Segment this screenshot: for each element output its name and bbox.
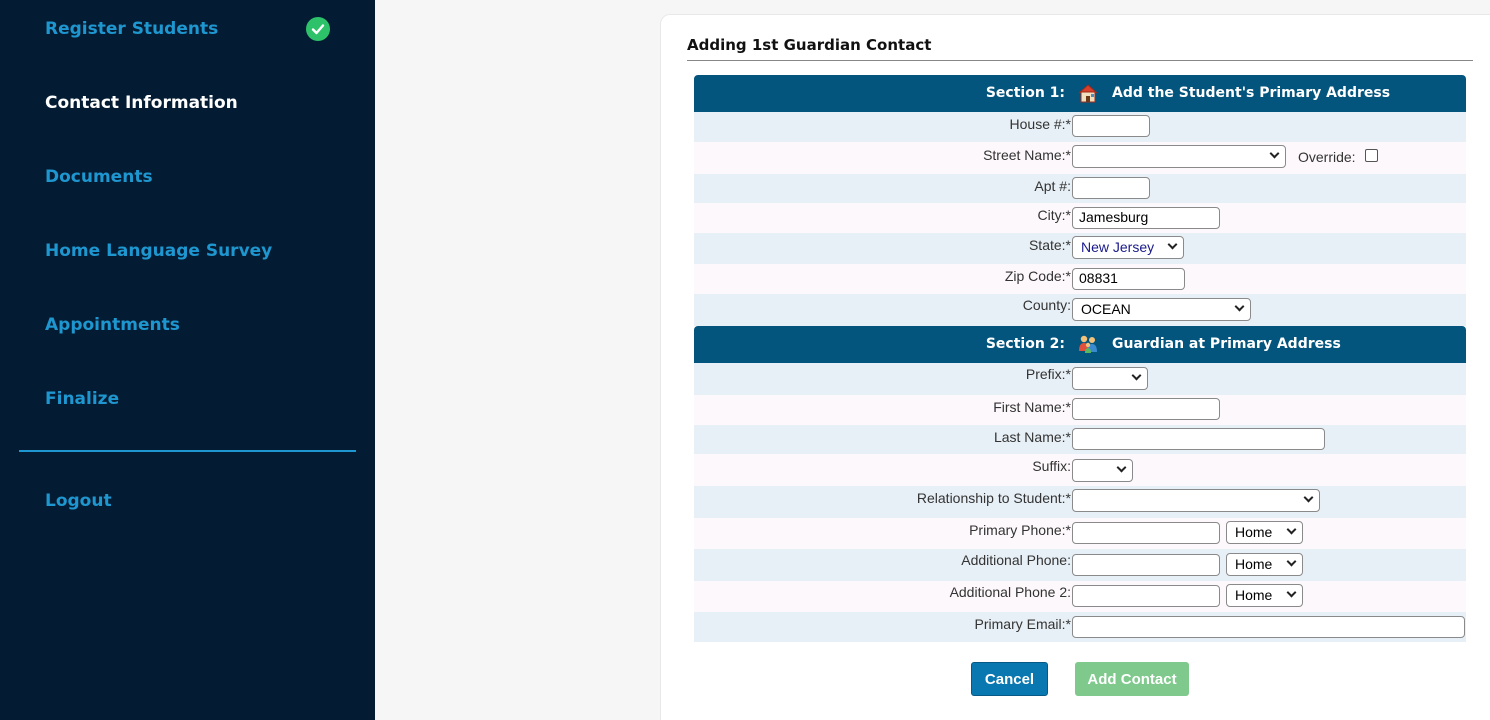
additional-phone-2-input[interactable] [1072,585,1220,607]
additional-phone-label: Additional Phone: [961,552,1071,568]
sidebar-item-documents[interactable]: Documents [45,167,153,187]
state-label: State:* [1028,237,1071,253]
street-label: Street Name:* [983,147,1071,163]
primary-phone-type-value: Home [1235,524,1273,540]
house-label: House #:* [1009,116,1071,132]
section-1-header: Section 1: Add the Student's Primary Add… [694,75,1466,112]
relationship-label: Relationship to Student:* [916,490,1071,506]
county-value: OCEAN [1081,301,1131,317]
title-divider [687,60,1473,61]
suffix-label: Suffix: [1032,458,1071,474]
sidebar-item-home-language-survey[interactable]: Home Language Survey [45,241,272,261]
section-1-title: Add the Student's Primary Address [1112,85,1391,101]
override-label: Override: [1298,149,1356,165]
street-name-select[interactable] [1072,145,1286,168]
state-value: New Jersey [1081,239,1155,255]
checkmark-icon [306,17,330,41]
house-icon [1077,83,1099,103]
chevron-down-icon [1116,462,1127,473]
primary-phone-input[interactable] [1072,522,1220,544]
sidebar-divider [19,450,356,452]
sidebar: Register Students Contact Information Do… [0,0,375,720]
sidebar-item-appointments[interactable]: Appointments [45,315,180,335]
chevron-down-icon [1234,301,1245,312]
chevron-down-icon [1131,370,1142,381]
chevron-down-icon [1286,556,1297,567]
sidebar-item-finalize[interactable]: Finalize [45,389,119,409]
primary-email-input[interactable] [1072,616,1465,638]
family-icon [1077,334,1099,354]
primary-phone-type-select[interactable]: Home [1226,521,1303,544]
prefix-select[interactable] [1072,367,1148,390]
relationship-select[interactable] [1072,489,1320,512]
additional-phone-2-type-select[interactable]: Home [1226,584,1303,607]
logout-link[interactable]: Logout [45,491,112,511]
zip-label: Zip Code:* [1004,268,1071,284]
first-name-input[interactable] [1072,398,1220,420]
chevron-down-icon [1269,148,1280,159]
section-2-title: Guardian at Primary Address [1112,336,1341,352]
additional-phone-2-type-value: Home [1235,587,1273,603]
county-label: County: [1022,297,1071,313]
apt-number-input[interactable] [1072,177,1150,199]
prefix-label: Prefix:* [1025,366,1071,382]
chevron-down-icon [1303,492,1314,503]
additional-phone-type-select[interactable]: Home [1226,553,1303,576]
section-1-number: Section 1: [985,85,1065,101]
state-select[interactable]: New Jersey [1072,236,1184,259]
additional-phone-2-label: Additional Phone 2: [949,584,1071,600]
chevron-down-icon [1286,524,1297,535]
chevron-down-icon [1167,239,1178,250]
apt-label: Apt #: [1034,178,1071,194]
add-contact-button[interactable]: Add Contact [1075,662,1189,696]
additional-phone-input[interactable] [1072,554,1220,576]
county-select[interactable]: OCEAN [1072,298,1251,321]
additional-phone-type-value: Home [1235,556,1273,572]
city-input[interactable]: Jamesburg [1072,207,1220,229]
city-label: City:* [1037,207,1071,223]
page-title: Adding 1st Guardian Contact [687,36,932,54]
sidebar-item-register-students[interactable]: Register Students [45,19,218,39]
chevron-down-icon [1286,587,1297,598]
last-name-input[interactable] [1072,428,1325,450]
section-2-header: Section 2: Guardian at Primary Address [694,326,1466,363]
first-name-label: First Name:* [993,399,1071,415]
house-number-input[interactable] [1072,115,1150,137]
sidebar-item-contact-information[interactable]: Contact Information [45,93,238,113]
primary-email-label: Primary Email:* [974,616,1071,632]
section-2-number: Section 2: [985,336,1065,352]
zip-code-input[interactable]: 08831 [1072,268,1185,290]
cancel-button[interactable]: Cancel [971,662,1048,696]
last-name-label: Last Name:* [993,429,1071,445]
suffix-select[interactable] [1072,459,1133,482]
override-checkbox[interactable] [1365,149,1378,162]
primary-phone-label: Primary Phone:* [969,522,1071,538]
